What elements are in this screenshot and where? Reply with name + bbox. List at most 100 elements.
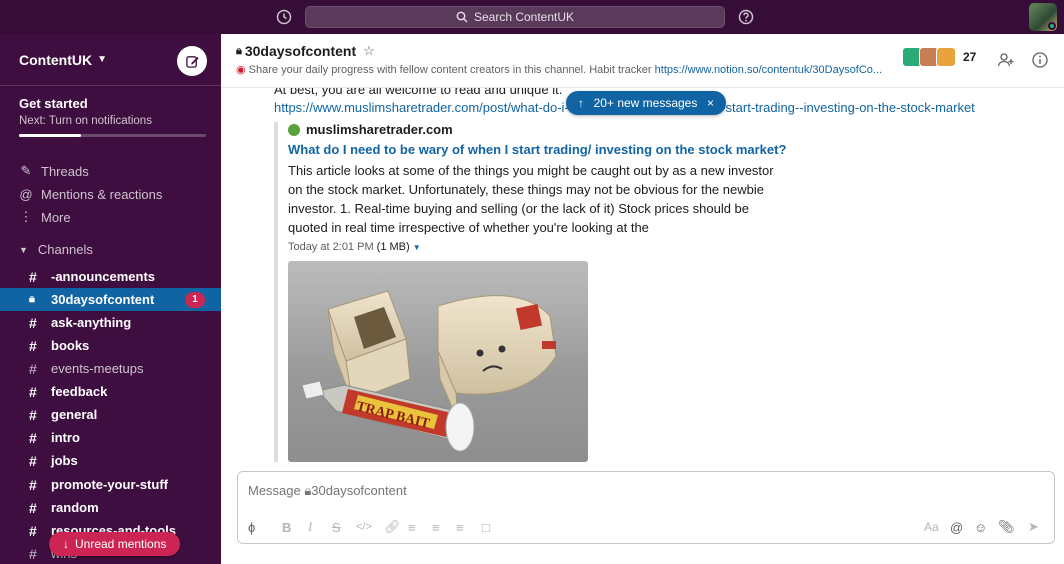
unfurl-meta[interactable]: Today at 2:01 PM (1 MB) ▼ [288,241,794,253]
sidebar-item-channel[interactable]: # jobs [0,449,221,472]
hash-icon: # [29,545,37,562]
channel-label: jobs [51,453,78,468]
star-icon[interactable]: ☆ [363,43,375,59]
new-messages-label: 20+ new messages [593,96,698,110]
code-icon[interactable]: </> [356,518,372,536]
status-dot [1048,22,1056,30]
sidebar-item-channel[interactable]: # random [0,496,221,519]
ordered-list-icon[interactable]: ≡ [408,518,416,536]
unfurl-image[interactable]: TRAP BAIT [288,261,588,462]
progress-fill [19,134,81,137]
unfurl-title[interactable]: What do I need to be wary of when I star… [288,142,794,157]
channel-label: feedback [51,384,108,399]
caret-down-icon: ▼ [19,244,28,255]
bold-icon[interactable]: B [282,518,291,536]
unread-mentions-label: Unread mentions [75,537,167,551]
sidebar-item-more[interactable]: ⋮ More [19,207,71,227]
message-input[interactable] [248,483,848,498]
topic-text: Share your daily progress with fellow co… [248,64,655,76]
blockquote-icon[interactable]: ≡ [456,518,464,536]
more-icon: ⋮ [19,209,33,224]
message-list[interactable]: At best, you are all welcome to read and… [221,88,1064,464]
emoji-icon[interactable]: ☺ [974,518,987,536]
hash-icon: # [29,314,37,331]
lock-icon: 🔒︎ [29,293,35,305]
link-icon[interactable]: 🔗︎ [384,518,401,536]
attachment-icon[interactable]: 📎︎ [998,518,1015,536]
compose-icon [185,55,199,68]
close-icon[interactable]: × [707,96,714,110]
message-text: At best, you are all welcome to read and… [274,88,563,97]
hash-icon: # [29,522,37,539]
members-button[interactable]: 27 [902,47,976,67]
member-avatar [936,47,956,67]
unfurl-time: Today at 2:01 PM [288,241,374,253]
hash-icon: # [29,476,37,493]
message-composer: ϕ B I S </> 🔗︎ ≡ ≡ ≡ □ Aa @ ☺ 📎︎ ➤ [237,471,1055,544]
hash-icon: # [29,383,37,400]
unfurl-description: This article looks at some of the things… [288,163,774,235]
channel-label: books [51,338,90,353]
at-icon: @ [19,186,33,202]
history-icon[interactable] [275,8,293,26]
sidebar-item-channel[interactable]: # books [0,334,221,357]
chevron-down-icon: ▼ [97,54,108,65]
user-avatar[interactable] [1029,3,1057,31]
format-toggle[interactable]: Aa [924,518,939,536]
workspace-name[interactable]: ContentUK [19,52,92,68]
arrow-down-icon: ↓ [63,537,69,551]
hash-icon: # [29,406,37,423]
arrow-up-icon: ↑ [578,96,584,110]
hash-icon: # [29,360,37,377]
sidebar-item-channel[interactable]: # feedback [0,380,221,403]
topic-link[interactable]: https://www.notion.so/contentuk/30Daysof… [655,64,882,76]
new-messages-banner[interactable]: ↑ 20+ new messages × [566,91,726,115]
search-icon [456,11,468,23]
get-started-title: Get started [19,96,88,111]
send-icon[interactable]: ➤ [1028,518,1039,536]
channel-label: promote-your-stuff [51,477,168,492]
sidebar-item-channel[interactable]: # events-meetups [0,357,221,380]
caret-down-icon: ▼ [412,243,421,252]
help-icon[interactable] [737,8,755,26]
get-started-subtitle: Next: Turn on notifications [19,115,152,127]
channel-label: 30daysofcontent [51,292,155,307]
sidebar-item-label: More [41,209,71,225]
channels-header[interactable]: ▼ Channels [19,242,93,257]
get-started[interactable]: Get started Next: Turn on notifications [19,96,152,127]
bullet-list-icon[interactable]: ≡ [432,518,440,536]
sidebar-item-mentions[interactable]: @ Mentions & reactions [19,184,162,204]
channel-label: general [51,407,98,422]
hash-icon: # [29,499,37,516]
shortcuts-icon[interactable]: ϕ [248,518,255,536]
sidebar-item-threads[interactable]: ✎ Threads [19,161,89,181]
threads-icon: ✎ [20,163,32,178]
unfurl-site: muslimsharetrader.com [288,122,794,137]
sidebar-item-channel[interactable]: # general [0,403,221,426]
member-count: 27 [963,50,977,64]
sidebar: ContentUK ▼ Get started Next: Turn on no… [0,34,221,564]
sidebar-item-channel[interactable]: # -announcements [0,265,221,288]
strikethrough-icon[interactable]: S [332,518,341,536]
sidebar-item-channel[interactable]: # promote-your-stuff [0,473,221,496]
unread-mentions-button[interactable]: ↓ Unread mentions [49,532,181,556]
mention-icon[interactable]: @ [950,518,963,536]
sidebar-item-label: Mentions & reactions [41,186,163,202]
channel-name: 30daysofcontent [244,43,357,59]
channel-label: intro [51,430,80,445]
italic-icon[interactable]: I [308,518,312,536]
search-bar[interactable]: Search ContentUK [305,6,725,28]
sidebar-item-channel[interactable]: # ask-anything [0,311,221,334]
add-member-icon[interactable] [997,51,1015,69]
code-block-icon[interactable]: □ [482,518,490,536]
site-favicon-icon [288,123,300,136]
channel-title[interactable]: 🔒︎ 30daysofcontent ☆ [236,43,375,59]
hash-icon: # [29,452,37,469]
composer-toolbar: ϕ B I S </> 🔗︎ ≡ ≡ ≡ □ Aa @ ☺ 📎︎ ➤ [238,516,1054,538]
sidebar-item-channel-active[interactable]: 🔒︎ 30daysofcontent 1 [0,288,221,311]
info-icon[interactable] [1031,51,1049,69]
sidebar-item-channel[interactable]: # intro [0,426,221,449]
compose-button[interactable] [177,46,207,76]
sidebar-item-label: Threads [41,163,89,179]
trap-image: TRAP BAIT [301,290,557,452]
